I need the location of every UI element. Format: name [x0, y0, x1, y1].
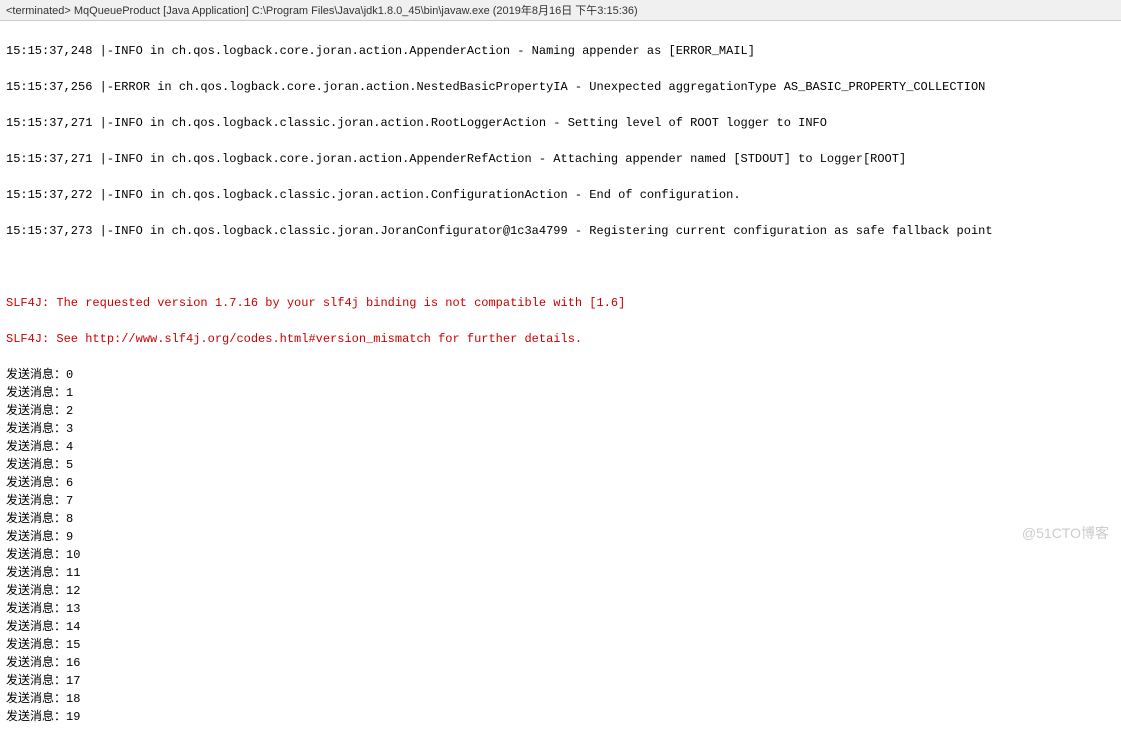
log-line: 15:15:37,248 |-INFO in ch.qos.logback.co… [6, 42, 1115, 60]
log-line: 15:15:37,273 |-INFO in ch.qos.logback.cl… [6, 222, 1115, 240]
message-line: 发送消息：0 [6, 366, 1115, 384]
log-line: 15:15:37,272 |-INFO in ch.qos.logback.cl… [6, 186, 1115, 204]
error-line: SLF4J: See http://www.slf4j.org/codes.ht… [6, 330, 1115, 348]
message-line: 发送消息：15 [6, 636, 1115, 654]
error-line: SLF4J: The requested version 1.7.16 by y… [6, 294, 1115, 312]
message-line: 发送消息：3 [6, 420, 1115, 438]
message-line: 发送消息：7 [6, 492, 1115, 510]
message-line: 发送消息：12 [6, 582, 1115, 600]
console-output[interactable]: 15:15:37,248 |-INFO in ch.qos.logback.co… [0, 21, 1121, 747]
message-line: 发送消息：13 [6, 600, 1115, 618]
message-line: 发送消息：8 [6, 510, 1115, 528]
message-line: 发送消息：10 [6, 546, 1115, 564]
message-line: 发送消息：18 [6, 690, 1115, 708]
process-status: <terminated> [6, 5, 71, 17]
app-type: [Java Application] [163, 5, 249, 17]
launch-timestamp: (2019年8月16日 下午3:15:36) [493, 5, 638, 17]
message-line: 发送消息：5 [6, 456, 1115, 474]
message-line: 发送消息：4 [6, 438, 1115, 456]
message-line: 发送消息：11 [6, 564, 1115, 582]
message-line: 发送消息：14 [6, 618, 1115, 636]
message-line: 发送消息：2 [6, 402, 1115, 420]
log-line: 15:15:37,256 |-ERROR in ch.qos.logback.c… [6, 78, 1115, 96]
message-line: 发送消息：6 [6, 474, 1115, 492]
message-line: 发送消息：17 [6, 672, 1115, 690]
blank-line [6, 258, 1115, 276]
console-header: <terminated> MqQueueProduct [Java Applic… [0, 0, 1121, 21]
message-line: 发送消息：9 [6, 528, 1115, 546]
message-line: 发送消息：16 [6, 654, 1115, 672]
message-line: 发送消息：19 [6, 708, 1115, 726]
exe-path: C:\Program Files\Java\jdk1.8.0_45\bin\ja… [252, 5, 490, 17]
log-line: 15:15:37,271 |-INFO in ch.qos.logback.co… [6, 150, 1115, 168]
log-line: 15:15:37,271 |-INFO in ch.qos.logback.cl… [6, 114, 1115, 132]
app-name: MqQueueProduct [74, 5, 160, 17]
watermark: @51CTO博客 [1022, 523, 1109, 543]
message-line: 发送消息：1 [6, 384, 1115, 402]
